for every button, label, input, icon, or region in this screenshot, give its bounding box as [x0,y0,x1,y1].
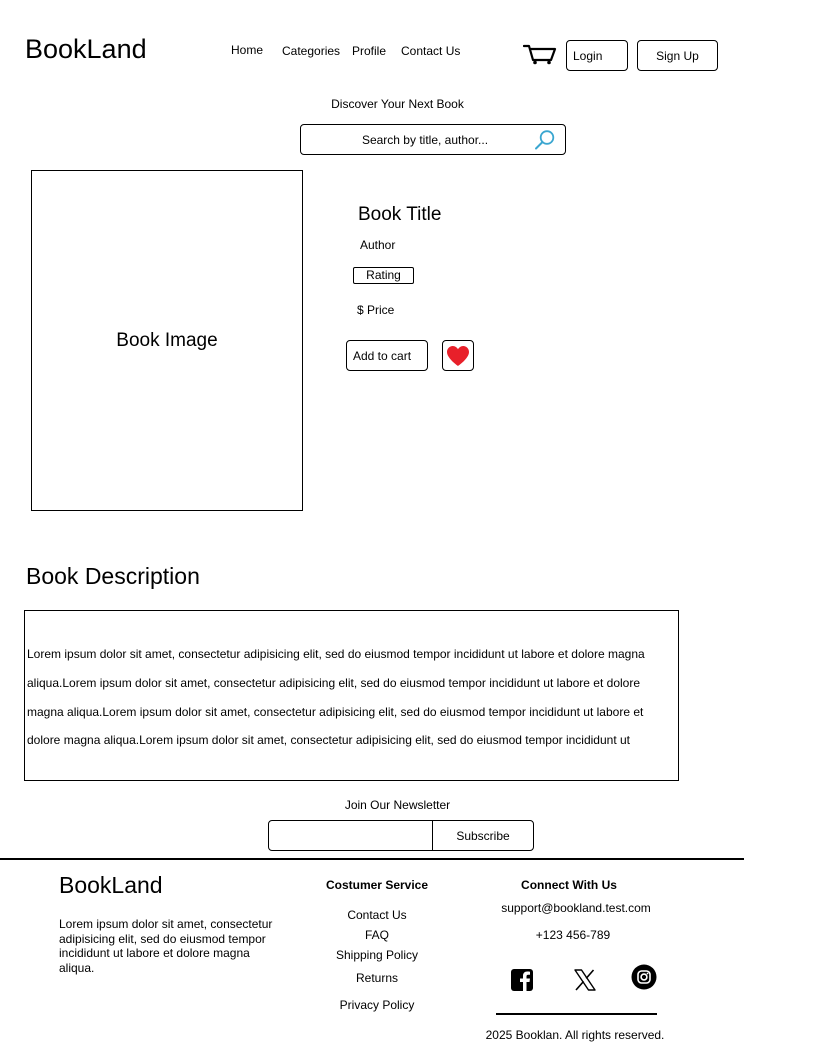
subscribe-button[interactable]: Subscribe [432,820,534,851]
nav-profile[interactable]: Profile [352,44,386,58]
description-heading: Book Description [26,563,200,589]
nav-home[interactable]: Home [231,43,263,57]
footer-link-shipping-policy[interactable]: Shipping Policy [297,948,457,962]
book-image-label: Book Image [116,329,218,351]
footer-divider [0,858,744,860]
instagram-icon[interactable] [631,964,657,990]
cart-icon[interactable] [523,43,557,65]
facebook-icon[interactable] [509,967,535,993]
footer-logo[interactable]: BookLand [59,872,163,899]
heart-icon [447,345,469,366]
search-box[interactable]: Search by title, author... [300,124,566,155]
support-phone: +123 456-789 [535,928,611,942]
newsletter-heading: Join Our Newsletter [344,798,451,812]
footer-link-returns[interactable]: Returns [297,971,457,985]
rating-badge: Rating [353,267,414,284]
customer-service-heading: Costumer Service [325,878,429,892]
book-price: $ Price [357,303,395,317]
x-icon[interactable] [572,967,598,993]
favorite-button[interactable] [442,340,474,371]
login-button[interactable]: Login [566,40,628,71]
book-title: Book Title [358,204,442,225]
description-box: Lorem ipsum dolor sit amet, consectetur … [24,610,679,781]
newsletter-email-input[interactable] [268,820,434,851]
book-image: Book Image [31,170,303,511]
tagline: Discover Your Next Book [331,97,464,111]
nav-contact-us[interactable]: Contact Us [401,44,460,58]
signup-button[interactable]: Sign Up [637,40,718,71]
book-author: Author [360,238,396,252]
site-logo[interactable]: BookLand [25,33,147,65]
support-email[interactable]: support@bookland.test.com [476,901,676,915]
nav-categories[interactable]: Categories [282,44,340,58]
add-to-cart-button[interactable]: Add to cart [346,340,428,371]
footer-link-privacy-policy[interactable]: Privacy Policy [297,998,457,1012]
copyright: 2025 Booklan. All rights reserved. [485,1028,665,1042]
footer-link-contact-us[interactable]: Contact Us [297,908,457,922]
search-icon[interactable] [534,129,556,151]
footer-rule [496,1013,657,1015]
search-input[interactable]: Search by title, author... [301,133,549,147]
description-text: Lorem ipsum dolor sit amet, consectetur … [27,647,645,748]
connect-heading: Connect With Us [521,878,617,892]
footer-about: Lorem ipsum dolor sit amet, consectetur … [59,917,273,975]
footer-link-faq[interactable]: FAQ [297,928,457,942]
